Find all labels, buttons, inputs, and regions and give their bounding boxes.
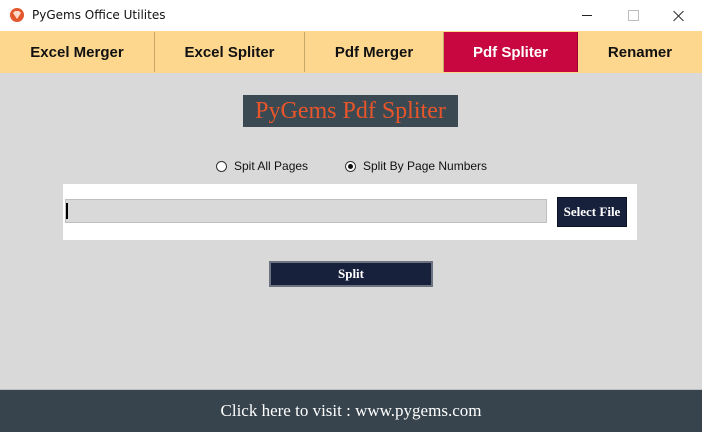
text-cursor — [66, 203, 68, 219]
maximize-icon — [627, 10, 639, 21]
radio-button-unchecked[interactable] — [216, 160, 227, 172]
split-button[interactable]: Split — [269, 261, 433, 287]
radio-label-all-pages: Spit All Pages — [234, 159, 309, 173]
radio-button-checked[interactable] — [345, 160, 356, 172]
minimize-icon — [582, 15, 592, 16]
tab-excel-spliter[interactable]: Excel Spliter — [155, 32, 305, 72]
page-title: PyGems Pdf Spliter — [243, 95, 458, 127]
website-link[interactable]: Click here to visit : www.pygems.com — [0, 389, 702, 432]
tab-bar: Excel Merger Excel Spliter Pdf Merger Pd… — [0, 31, 702, 73]
select-file-button[interactable]: Select File — [557, 197, 627, 227]
tab-renamer[interactable]: Renamer — [578, 32, 702, 72]
pygems-logo-icon — [10, 8, 24, 22]
title-bar: PyGems Office Utilites — [0, 0, 702, 32]
close-button[interactable] — [656, 0, 702, 31]
close-icon — [673, 10, 685, 22]
radio-split-by-page-numbers[interactable]: Split By Page Numbers — [345, 158, 487, 174]
minimize-button[interactable] — [564, 0, 610, 31]
tab-excel-merger[interactable]: Excel Merger — [0, 32, 155, 72]
window-title: PyGems Office Utilites — [32, 8, 166, 22]
tab-pdf-spliter[interactable]: Pdf Spliter — [444, 32, 578, 72]
maximize-button[interactable] — [610, 0, 656, 31]
radio-split-all-pages[interactable]: Spit All Pages — [216, 158, 308, 174]
tab-pdf-merger[interactable]: Pdf Merger — [305, 32, 444, 72]
radio-label-page-numbers: Split By Page Numbers — [363, 159, 488, 173]
file-path-input[interactable] — [65, 199, 547, 223]
file-select-panel: Select File — [63, 184, 637, 240]
